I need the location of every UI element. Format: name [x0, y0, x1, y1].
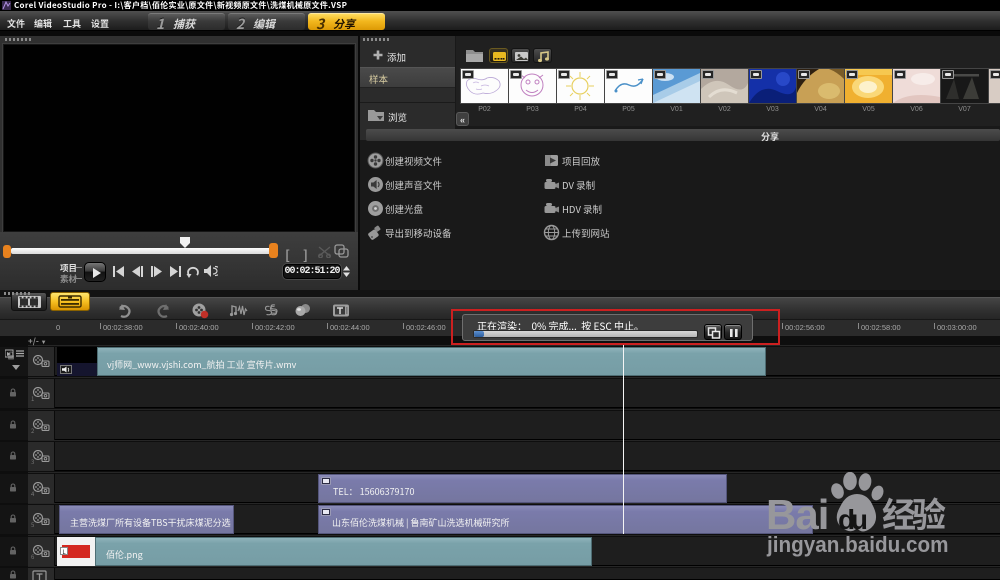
svg-text:du: du: [838, 504, 868, 535]
